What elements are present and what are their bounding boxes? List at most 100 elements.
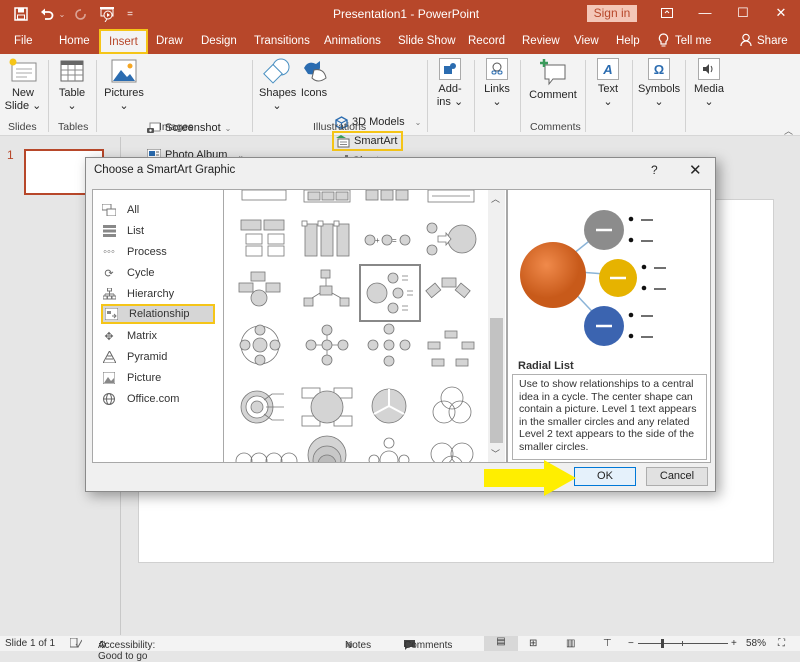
- undo-icon[interactable]: [37, 4, 57, 24]
- collapse-ribbon-icon[interactable]: ︿: [784, 124, 793, 137]
- layout-thumb[interactable]: [307, 435, 347, 463]
- ok-button[interactable]: OK: [574, 467, 636, 486]
- layout-thumb[interactable]: + =: [364, 234, 411, 246]
- tab-transitions[interactable]: Transitions: [254, 33, 310, 53]
- layout-thumb[interactable]: [240, 219, 285, 257]
- layout-thumb[interactable]: [235, 452, 298, 463]
- layout-thumb-selected[interactable]: [359, 264, 421, 322]
- icons-button[interactable]: Icons: [298, 58, 330, 100]
- close-window-button[interactable]: ✕: [768, 4, 794, 22]
- layout-thumb[interactable]: [365, 190, 409, 201]
- layout-thumb[interactable]: [371, 388, 407, 424]
- list-icon: [101, 224, 117, 238]
- layout-thumb[interactable]: [239, 324, 281, 366]
- new-slide-button[interactable]: New Slide ⌄: [4, 58, 42, 113]
- present-from-beginning-icon[interactable]: [97, 4, 117, 24]
- category-pyramid[interactable]: Pyramid: [101, 347, 215, 367]
- picture-icon: [101, 371, 117, 385]
- tab-slide-show[interactable]: Slide Show: [398, 33, 456, 53]
- layout-thumb[interactable]: [303, 269, 350, 307]
- reading-view-button[interactable]: ▥: [566, 638, 575, 649]
- layout-thumb[interactable]: [427, 190, 475, 203]
- slide-number: 1: [7, 148, 14, 162]
- slide-show-button[interactable]: ⊤: [603, 638, 612, 649]
- category-hierarchy[interactable]: Hierarchy: [101, 284, 215, 304]
- layout-thumb[interactable]: [305, 324, 349, 366]
- category-relationship[interactable]: Relationship: [101, 304, 215, 324]
- category-process[interactable]: ◦◦◦ Process: [101, 242, 215, 262]
- add-ins-button[interactable]: Add- ins ⌄: [434, 58, 466, 109]
- redo-icon[interactable]: [72, 4, 90, 24]
- scrollbar-thumb[interactable]: [490, 318, 503, 443]
- help-button[interactable]: ?: [651, 163, 658, 177]
- scroll-down-icon[interactable]: ﹀: [491, 447, 500, 460]
- category-cycle[interactable]: ⟳ Cycle: [101, 263, 215, 283]
- tell-me-search[interactable]: Tell me: [658, 33, 711, 53]
- spell-check-icon[interactable]: [70, 638, 82, 649]
- share-label: Share: [757, 35, 788, 47]
- media-button[interactable]: Media ⌄: [692, 58, 726, 109]
- table-button[interactable]: Table ⌄: [55, 58, 89, 113]
- category-matrix[interactable]: ✥ Matrix: [101, 326, 215, 346]
- layout-thumb[interactable]: [301, 387, 353, 427]
- category-office-com[interactable]: Office.com: [101, 389, 215, 409]
- links-button[interactable]: Links ⌄: [481, 58, 513, 109]
- tab-help[interactable]: Help: [616, 33, 640, 53]
- ribbon-separator: [427, 60, 428, 132]
- tab-review[interactable]: Review: [522, 33, 560, 53]
- layout-thumb[interactable]: [238, 271, 281, 307]
- tab-view[interactable]: View: [574, 33, 599, 53]
- symbols-button[interactable]: Ω Symbols ⌄: [638, 58, 680, 109]
- scroll-up-icon[interactable]: ︿: [491, 192, 500, 205]
- sign-in-button[interactable]: Sign in: [587, 5, 637, 22]
- dialog-close-button[interactable]: ✕: [689, 161, 702, 179]
- layout-thumb[interactable]: [368, 437, 410, 463]
- comment-button[interactable]: Comment: [527, 58, 579, 102]
- ribbon-insert: New Slide ⌄ Slides Table ⌄ Tables Pictur…: [0, 54, 800, 167]
- ribbon-display-options-icon[interactable]: [654, 4, 680, 22]
- layout-thumb[interactable]: [241, 190, 287, 201]
- tab-draw[interactable]: Draw: [156, 33, 183, 53]
- share-button[interactable]: Share: [740, 33, 788, 53]
- slide-sorter-button[interactable]: ⊞: [529, 638, 537, 649]
- fit-to-window-icon[interactable]: ⛶: [778, 638, 785, 649]
- new-slide-label: New: [11, 87, 34, 99]
- layout-thumb[interactable]: [303, 190, 351, 203]
- maximize-button[interactable]: ☐: [730, 4, 756, 22]
- zoom-in-button[interactable]: +: [731, 638, 737, 649]
- minimize-button[interactable]: —: [692, 4, 718, 22]
- category-label: Matrix: [127, 330, 157, 342]
- tab-animations[interactable]: Animations: [324, 33, 381, 53]
- layout-thumb[interactable]: [432, 386, 472, 424]
- layout-thumb[interactable]: [240, 390, 284, 424]
- tab-design[interactable]: Design: [201, 33, 237, 53]
- layout-thumb[interactable]: [301, 220, 350, 257]
- zoom-level[interactable]: 58%: [746, 638, 766, 649]
- save-icon[interactable]: [10, 4, 32, 24]
- tab-insert[interactable]: Insert: [99, 29, 148, 54]
- layout-thumb[interactable]: [425, 277, 471, 299]
- pictures-button[interactable]: Pictures ⌄: [103, 58, 145, 113]
- category-label: Office.com: [127, 393, 180, 405]
- layout-thumb[interactable]: [426, 222, 477, 256]
- smartart-button[interactable]: SmartArt: [332, 131, 404, 151]
- normal-view-button[interactable]: ▤: [484, 636, 518, 651]
- layout-thumb[interactable]: [427, 330, 475, 367]
- zoom-slider-thumb[interactable]: [661, 639, 664, 648]
- shapes-button[interactable]: Shapes ⌄: [259, 58, 296, 113]
- tab-record[interactable]: Record: [468, 33, 505, 53]
- customize-qat-icon[interactable]: =: [124, 4, 136, 24]
- shapes-icon: [259, 58, 295, 84]
- layout-thumb[interactable]: [430, 442, 474, 463]
- category-all[interactable]: All: [101, 200, 215, 220]
- zoom-slider-track[interactable]: [638, 643, 728, 644]
- undo-dropdown-icon[interactable]: ⌄: [57, 4, 67, 24]
- cancel-button[interactable]: Cancel: [646, 467, 708, 486]
- layout-thumb[interactable]: [367, 323, 411, 367]
- zoom-out-button[interactable]: −: [628, 638, 634, 649]
- category-list-item[interactable]: List: [101, 221, 215, 241]
- tab-file[interactable]: File: [14, 33, 33, 53]
- text-button[interactable]: A Text ⌄: [592, 58, 624, 109]
- tab-home[interactable]: Home: [59, 33, 90, 53]
- category-picture[interactable]: Picture: [101, 368, 215, 388]
